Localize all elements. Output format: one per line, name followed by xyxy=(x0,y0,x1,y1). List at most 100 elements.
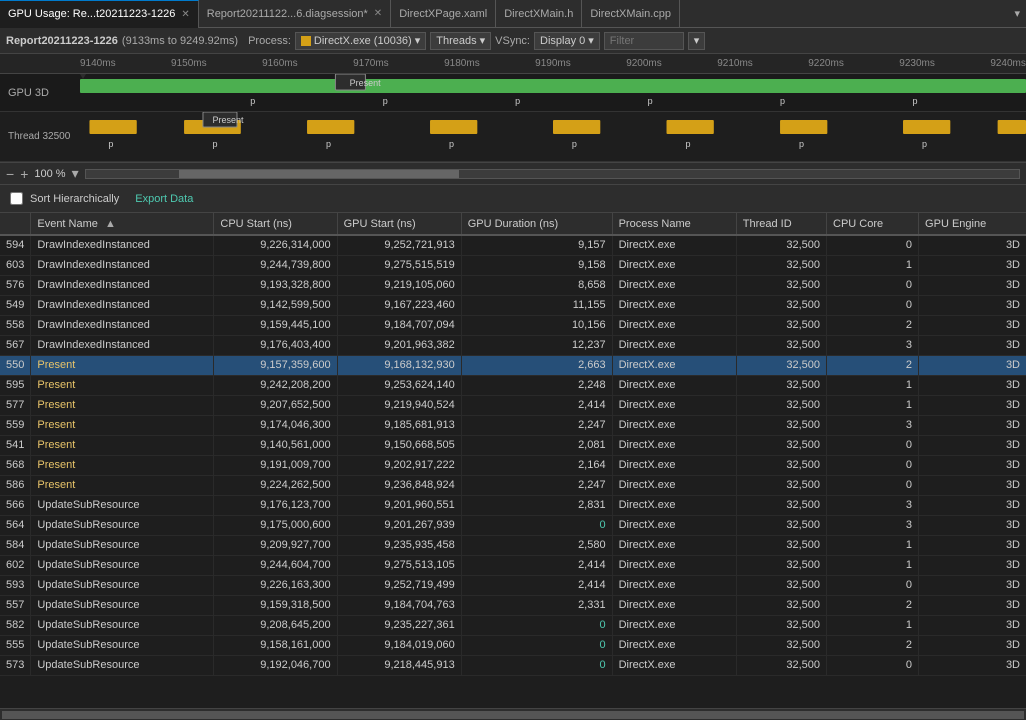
cell-gpu-start: 9,235,227,361 xyxy=(337,615,461,635)
cell-gpu-start: 9,168,132,930 xyxy=(337,355,461,375)
table-row[interactable]: 558 DrawIndexedInstanced 9,159,445,100 9… xyxy=(0,315,1026,335)
cell-gpu-engine: 3D xyxy=(919,235,1026,255)
table-row[interactable]: 602 UpdateSubResource 9,244,604,700 9,27… xyxy=(0,555,1026,575)
table-row[interactable]: 541 Present 9,140,561,000 9,150,668,505 … xyxy=(0,435,1026,455)
cell-id: 576 xyxy=(0,275,31,295)
cell-id: 593 xyxy=(0,575,31,595)
table-row[interactable]: 593 UpdateSubResource 9,226,163,300 9,25… xyxy=(0,575,1026,595)
tab-directxpage[interactable]: DirectXPage.xaml xyxy=(391,0,496,28)
cell-process-name: DirectX.exe xyxy=(612,555,736,575)
cell-event-name: UpdateSubResource xyxy=(31,535,214,555)
table-row[interactable]: 595 Present 9,242,208,200 9,253,624,140 … xyxy=(0,375,1026,395)
cell-thread-id: 32,500 xyxy=(736,315,826,335)
table-row[interactable]: 573 UpdateSubResource 9,192,046,700 9,21… xyxy=(0,655,1026,675)
table-row[interactable]: 555 UpdateSubResource 9,158,161,000 9,18… xyxy=(0,635,1026,655)
svg-text:Present: Present xyxy=(212,115,244,125)
tab-directxmain-h[interactable]: DirectXMain.h xyxy=(496,0,582,28)
cell-gpu-start: 9,201,267,939 xyxy=(337,515,461,535)
table-row[interactable]: 557 UpdateSubResource 9,159,318,500 9,18… xyxy=(0,595,1026,615)
process-dropdown[interactable]: DirectX.exe (10036) ▾ xyxy=(295,32,426,50)
cell-cpu-start: 9,174,046,300 xyxy=(214,415,337,435)
table-row[interactable]: 568 Present 9,191,009,700 9,202,917,222 … xyxy=(0,455,1026,475)
cell-gpu-engine: 3D xyxy=(919,435,1026,455)
cell-gpu-duration: 2,831 xyxy=(461,495,612,515)
thread-track[interactable]: p p p p p p p p Present xyxy=(80,112,1026,161)
table-row[interactable]: 564 UpdateSubResource 9,175,000,600 9,20… xyxy=(0,515,1026,535)
tab-gpu-usage[interactable]: GPU Usage: Re...t20211223-1226 ✕ xyxy=(0,0,199,28)
col-cpu-core[interactable]: CPU Core xyxy=(827,213,919,235)
cell-id: 573 xyxy=(0,655,31,675)
zoom-dropdown-button[interactable]: ▾ xyxy=(72,165,79,182)
table-row[interactable]: 582 UpdateSubResource 9,208,645,200 9,23… xyxy=(0,615,1026,635)
bottom-scrollbar[interactable] xyxy=(0,708,1026,720)
export-data-link[interactable]: Export Data xyxy=(135,193,193,205)
table-row[interactable]: 603 DrawIndexedInstanced 9,244,739,800 9… xyxy=(0,255,1026,275)
horizontal-scroll-track[interactable] xyxy=(2,711,1024,719)
svg-text:p: p xyxy=(326,139,331,149)
cell-gpu-duration: 0 xyxy=(461,655,612,675)
col-cpu-start[interactable]: CPU Start (ns) xyxy=(214,213,337,235)
cell-event-name: UpdateSubResource xyxy=(31,515,214,535)
cell-gpu-engine: 3D xyxy=(919,255,1026,275)
cell-gpu-duration: 0 xyxy=(461,615,612,635)
cell-event-name: DrawIndexedInstanced xyxy=(31,335,214,355)
cell-gpu-engine: 3D xyxy=(919,455,1026,475)
process-label: Process: xyxy=(248,35,291,47)
tab-report-close[interactable]: ✕ xyxy=(374,8,382,19)
cell-id: 586 xyxy=(0,475,31,495)
tab-overflow-button[interactable]: ▾ xyxy=(1008,7,1026,20)
sort-hierarchically-input[interactable] xyxy=(10,192,23,205)
filter-input[interactable] xyxy=(604,32,684,50)
filter-dropdown-arrow[interactable]: ▾ xyxy=(688,32,706,50)
col-gpu-engine[interactable]: GPU Engine xyxy=(919,213,1026,235)
table-row[interactable]: 577 Present 9,207,652,500 9,219,940,524 … xyxy=(0,395,1026,415)
col-event-name[interactable]: Event Name ▲ xyxy=(31,213,214,235)
cell-cpu-core: 2 xyxy=(827,355,919,375)
threads-dropdown[interactable]: Threads ▾ xyxy=(430,32,491,50)
table-row[interactable]: 566 UpdateSubResource 9,176,123,700 9,20… xyxy=(0,495,1026,515)
tab-directxmain-cpp[interactable]: DirectXMain.cpp xyxy=(582,0,680,28)
cell-id: 549 xyxy=(0,295,31,315)
gpu3d-track[interactable]: p p p p p p Present xyxy=(80,74,1026,111)
cell-gpu-engine: 3D xyxy=(919,655,1026,675)
cell-process-name: DirectX.exe xyxy=(612,475,736,495)
table-row[interactable]: 549 DrawIndexedInstanced 9,142,599,500 9… xyxy=(0,295,1026,315)
sort-hierarchically-checkbox[interactable]: Sort Hierarchically xyxy=(10,192,119,205)
zoom-minus-button[interactable]: − xyxy=(6,166,14,182)
table-row[interactable]: 567 DrawIndexedInstanced 9,176,403,400 9… xyxy=(0,335,1026,355)
tab-directxpage-label: DirectXPage.xaml xyxy=(399,8,487,20)
cell-gpu-engine: 3D xyxy=(919,415,1026,435)
svg-text:p: p xyxy=(212,139,217,149)
table-row[interactable]: 550 Present 9,157,359,600 9,168,132,930 … xyxy=(0,355,1026,375)
col-gpu-start[interactable]: GPU Start (ns) xyxy=(337,213,461,235)
cell-event-name: DrawIndexedInstanced xyxy=(31,275,214,295)
col-gpu-duration[interactable]: GPU Duration (ns) xyxy=(461,213,612,235)
col-id[interactable] xyxy=(0,213,31,235)
tab-gpu-usage-close[interactable]: ✕ xyxy=(181,9,189,20)
table-row[interactable]: 594 DrawIndexedInstanced 9,226,314,000 9… xyxy=(0,235,1026,255)
svg-text:p: p xyxy=(685,139,690,149)
col-thread-id[interactable]: Thread ID xyxy=(736,213,826,235)
events-table-container[interactable]: Event Name ▲ CPU Start (ns) GPU Start (n… xyxy=(0,213,1026,708)
cell-event-name: Present xyxy=(31,375,214,395)
cell-process-name: DirectX.exe xyxy=(612,455,736,475)
cell-gpu-engine: 3D xyxy=(919,495,1026,515)
cell-event-name: Present xyxy=(31,475,214,495)
table-row[interactable]: 576 DrawIndexedInstanced 9,193,328,800 9… xyxy=(0,275,1026,295)
thread-row: Thread 32500 p p p p p p p xyxy=(0,112,1026,162)
table-row[interactable]: 559 Present 9,174,046,300 9,185,681,913 … xyxy=(0,415,1026,435)
cell-event-name: UpdateSubResource xyxy=(31,555,214,575)
display-dropdown[interactable]: Display 0 ▾ xyxy=(534,32,600,50)
cell-gpu-engine: 3D xyxy=(919,555,1026,575)
ruler-mark: 9240ms xyxy=(990,58,1026,69)
horizontal-scrollbar[interactable] xyxy=(85,169,1020,179)
cell-gpu-start: 9,253,624,140 xyxy=(337,375,461,395)
table-row[interactable]: 586 Present 9,224,262,500 9,236,848,924 … xyxy=(0,475,1026,495)
cell-event-name: Present xyxy=(31,395,214,415)
cell-gpu-start: 9,150,668,505 xyxy=(337,435,461,455)
table-row[interactable]: 584 UpdateSubResource 9,209,927,700 9,23… xyxy=(0,535,1026,555)
tab-report[interactable]: Report20211122...6.diagsession* ✕ xyxy=(199,0,391,28)
cell-event-name: UpdateSubResource xyxy=(31,615,214,635)
col-process-name[interactable]: Process Name xyxy=(612,213,736,235)
zoom-plus-button[interactable]: + xyxy=(20,166,28,182)
